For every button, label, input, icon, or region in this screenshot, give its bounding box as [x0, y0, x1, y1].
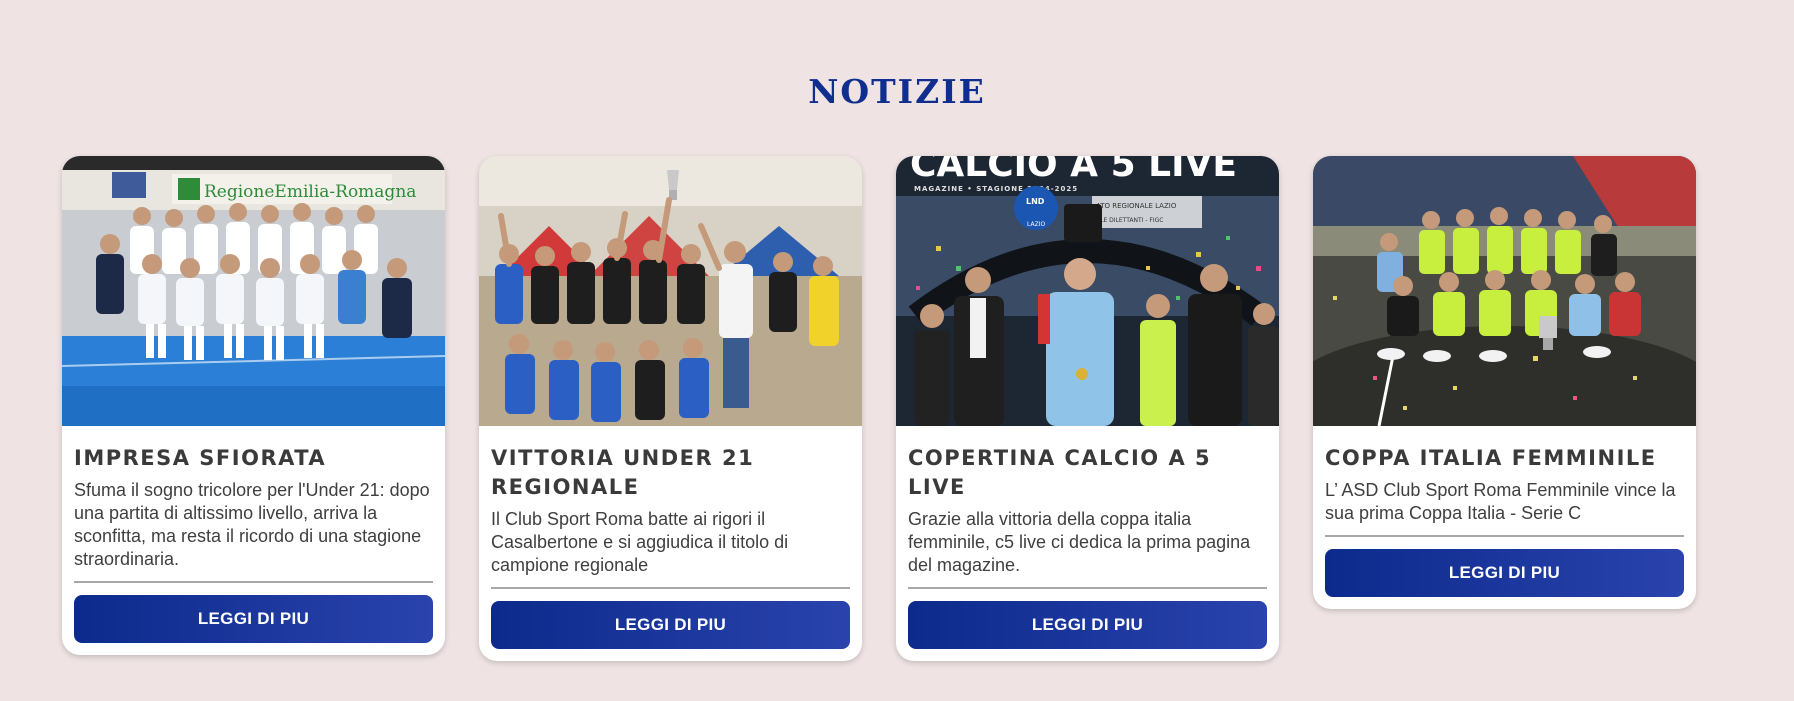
news-card-title: COPPA ITALIA FEMMINILE: [1325, 446, 1657, 470]
read-more-button[interactable]: LEGGI DI PIU: [74, 595, 433, 643]
news-card-image[interactable]: RegioneEmilia-Romagna: [62, 156, 445, 426]
team-photo-under21: RegioneEmilia-Romagna: [62, 156, 445, 426]
news-card: RegioneEmilia-Romagna IMPRESA SFIORATA S…: [62, 156, 445, 655]
divider: [1325, 535, 1684, 537]
read-more-button[interactable]: LEGGI DI PIU: [1325, 549, 1684, 597]
read-more-button[interactable]: LEGGI DI PIU: [491, 601, 850, 649]
lnd-logo-text: LND: [1026, 197, 1045, 206]
news-cards: RegioneEmilia-Romagna IMPRESA SFIORATA S…: [62, 156, 1696, 661]
magazine-headline: CALCIO A 5 LIVE: [910, 156, 1237, 185]
sign-text-1: ATO REGIONALE LAZIO: [1096, 202, 1177, 210]
divider: [491, 587, 850, 589]
news-card-text: Il Club Sport Roma batte ai rigori il Ca…: [491, 509, 789, 575]
sign-text-2: ALE DILETTANTI - FIGC: [1096, 217, 1164, 224]
news-card-title: IMPRESA SFIORATA: [74, 446, 327, 470]
news-card: COPPA ITALIA FEMMINILE L’ ASD Club Sport…: [1313, 156, 1696, 609]
divider: [74, 581, 433, 583]
news-card-text: Sfuma il sogno tricolore per l'Under 21:…: [74, 480, 430, 569]
read-more-button[interactable]: LEGGI DI PIU: [908, 601, 1267, 649]
lnd-logo-subtext: LAZIO: [1027, 221, 1045, 228]
news-card: VITTORIA UNDER 21 REGIONALE Il Club Spor…: [479, 156, 862, 661]
womens-team-photo: [1313, 156, 1696, 426]
news-card-image[interactable]: [1313, 156, 1696, 426]
magazine-cover-photo: CALCIO A 5 LIVE MAGAZINE • STAGIONE 2024…: [896, 156, 1279, 426]
team-celebration-photo: [479, 156, 862, 426]
magazine-subline: MAGAZINE • STAGIONE 2024-2025: [914, 185, 1078, 193]
news-card-title: VITTORIA UNDER 21 REGIONALE: [491, 446, 755, 499]
news-card-image[interactable]: CALCIO A 5 LIVE MAGAZINE • STAGIONE 2024…: [896, 156, 1279, 426]
section-title: NOTIZIE: [808, 72, 986, 112]
news-card-image[interactable]: [479, 156, 862, 426]
sponsor-banner-text: RegioneEmilia-Romagna: [204, 182, 416, 202]
news-card-text: L’ ASD Club Sport Roma Femminile vince l…: [1325, 480, 1676, 523]
news-card-text: Grazie alla vittoria della coppa italia …: [908, 509, 1251, 575]
news-card-title: COPERTINA CALCIO A 5 LIVE: [908, 446, 1212, 499]
news-card: CALCIO A 5 LIVE MAGAZINE • STAGIONE 2024…: [896, 156, 1279, 661]
divider: [908, 587, 1267, 589]
